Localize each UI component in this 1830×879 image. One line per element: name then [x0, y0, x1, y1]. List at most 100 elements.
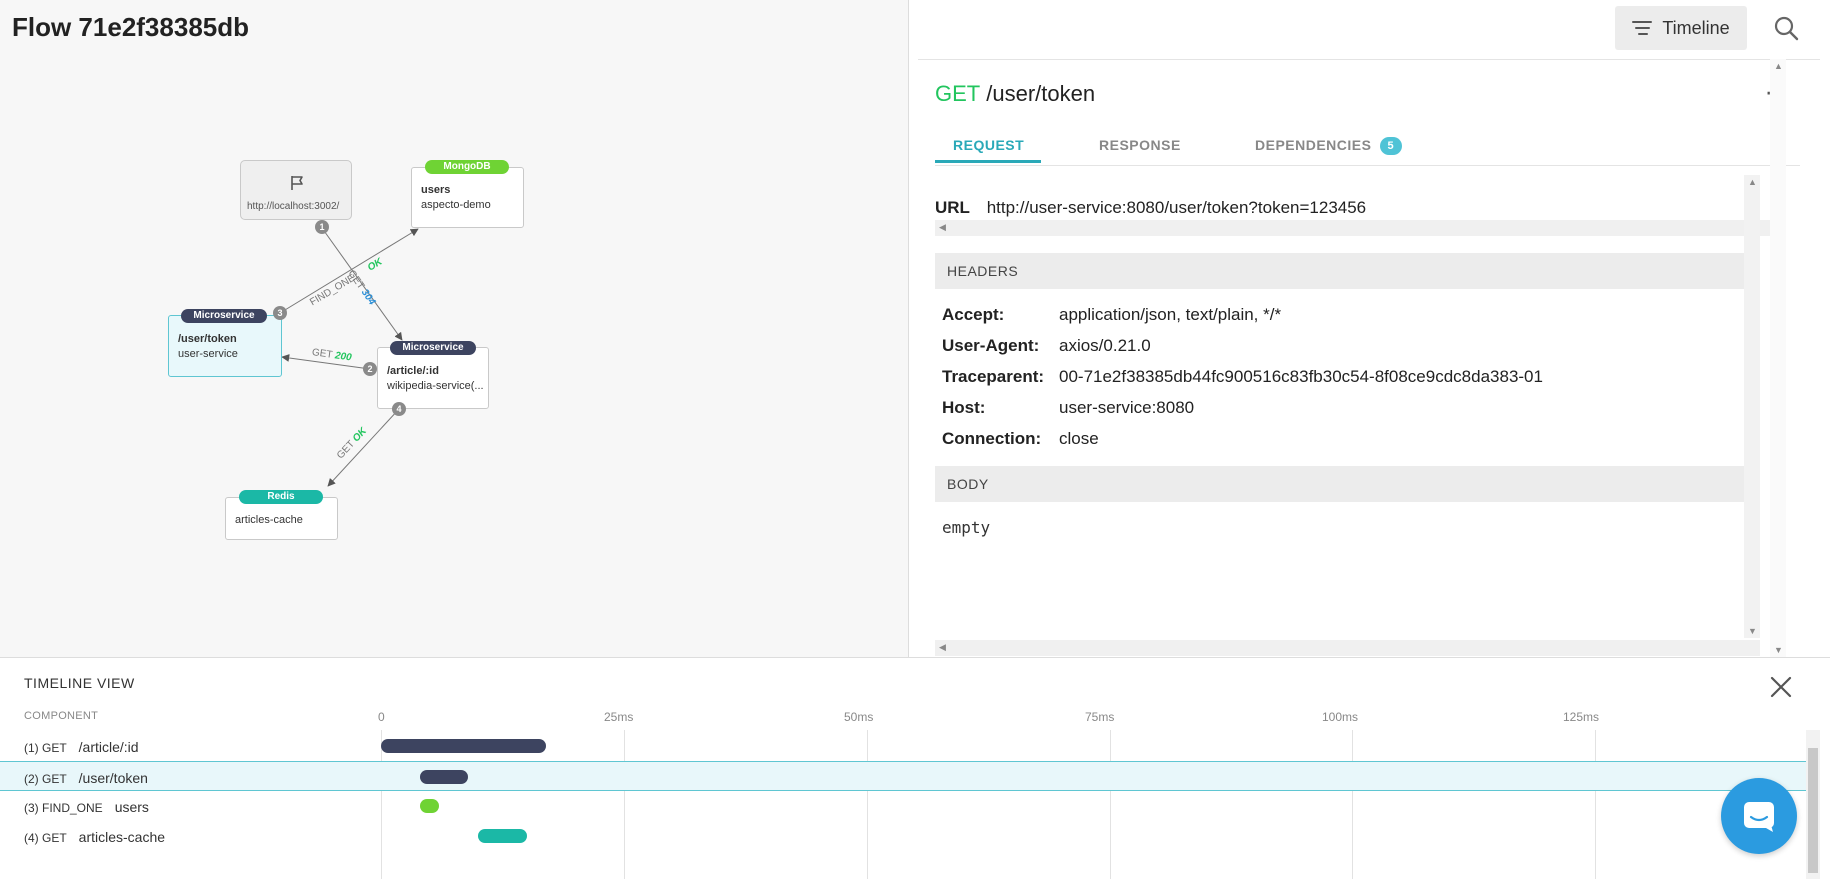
url-horizontal-scrollbar[interactable]: ◀ ▶: [935, 220, 1785, 236]
redis-badge: Redis: [239, 490, 323, 504]
chat-icon: [1744, 802, 1774, 832]
timeline-tick: 125ms: [1563, 710, 1600, 724]
close-icon[interactable]: [1768, 674, 1794, 700]
details-horizontal-scrollbar[interactable]: ◀: [935, 640, 1760, 656]
timeline-row[interactable]: (1) GET/article/:id: [0, 731, 1806, 761]
tab-request[interactable]: REQUEST: [953, 137, 1024, 153]
header-name: Accept:: [942, 305, 1005, 324]
chat-launcher-button[interactable]: [1721, 778, 1797, 854]
timeline-row[interactable]: (4) GET articles-cache: [0, 821, 1806, 851]
user-service-node-route: /user/token: [178, 333, 237, 345]
header-value: close: [1059, 429, 1099, 448]
header-value: application/json, text/plain, */*: [1059, 305, 1282, 324]
scroll-down-icon[interactable]: ▼: [1748, 626, 1757, 636]
timeline-bar[interactable]: [478, 829, 527, 843]
timeline-row-name: articles-cache: [78, 829, 166, 845]
request-path: /user/token: [986, 81, 1096, 106]
flow-graph-edges: [279, 227, 419, 487]
active-tab-indicator: [935, 160, 1041, 163]
mongodb-node[interactable]: users aspecto-demo: [411, 167, 524, 228]
timeline-tick: 50ms: [844, 710, 874, 724]
mongodb-node-database: aspecto-demo: [421, 199, 491, 211]
scroll-left-icon[interactable]: ◀: [939, 222, 946, 233]
scroll-up-icon[interactable]: ▲: [1748, 177, 1757, 187]
body-section-header: BODY: [935, 466, 1745, 502]
timeline-title: TIMELINE VIEW: [24, 675, 135, 691]
user-service-node[interactable]: /user/token user-service: [168, 315, 282, 377]
request-method: GET: [935, 81, 981, 106]
timeline-row-name: users: [114, 799, 149, 815]
timeline-row-op: (3) FIND_ONE: [24, 801, 103, 815]
entry-node-url: http://localhost:3002/: [247, 201, 340, 212]
timeline-bar[interactable]: [381, 739, 547, 753]
timeline-row-name: /article/:id: [78, 739, 139, 755]
tab-dependencies-label: DEPENDENCIES: [1255, 137, 1372, 153]
timeline-icon: [1632, 21, 1653, 35]
timeline-row-label: (2) GET/user/token: [24, 770, 148, 786]
header-name: Connection:: [942, 429, 1042, 448]
wikipedia-service-node-name: wikipedia-service(...: [387, 380, 484, 392]
url-value: http://user-service:8080/user/token?toke…: [986, 198, 1367, 217]
timeline-bar[interactable]: [419, 799, 440, 813]
url-label: URL: [935, 198, 970, 217]
header-value: 00-71e2f38385db44fc900516c83fb30c54-8f08…: [1059, 367, 1543, 386]
timeline-row[interactable]: (3) FIND_ONE users: [0, 791, 1806, 821]
mongodb-badge: MongoDB: [425, 160, 509, 174]
mongodb-node-collection: users: [421, 184, 451, 196]
edge-1-number: 1: [315, 220, 329, 234]
timeline-row-op: (4) GET: [24, 831, 67, 845]
timeline-row-op: (1) GET: [24, 741, 67, 755]
timeline-scrollbar-thumb[interactable]: [1808, 748, 1818, 873]
request-body-value: empty: [942, 518, 991, 537]
header-name: User-Agent:: [942, 336, 1040, 355]
panel-vertical-scrollbar[interactable]: ▲ ▼: [1770, 59, 1786, 657]
edge-2-number: 2: [363, 362, 377, 376]
timeline-row-label: (4) GET articles-cache: [24, 829, 165, 845]
timeline-tick: 100ms: [1322, 710, 1359, 724]
timeline-row-label: (3) FIND_ONE users: [24, 799, 149, 815]
edge-3-number: 3: [273, 306, 287, 320]
timeline-panel: TIMELINE VIEW COMPONENT 0 25ms 50ms 75ms…: [0, 657, 1830, 879]
timeline-row-name: /user/token: [78, 770, 148, 786]
wikipedia-service-node[interactable]: /article/:id wikipedia-service(...: [377, 347, 489, 409]
toolbar-divider: [918, 59, 1820, 60]
search-icon[interactable]: [1772, 14, 1800, 42]
redis-node-name: articles-cache: [235, 514, 303, 526]
dependencies-count-badge: 5: [1379, 137, 1402, 155]
user-service-badge: Microservice: [181, 309, 267, 323]
scroll-up-icon[interactable]: ▲: [1774, 61, 1783, 71]
scroll-left-icon[interactable]: ◀: [939, 642, 946, 653]
tab-dependencies[interactable]: DEPENDENCIES 5: [1255, 137, 1402, 155]
header-value: axios/0.21.0: [1059, 336, 1151, 355]
timeline-tick: 75ms: [1085, 710, 1115, 724]
url-row: URL http://user-service:8080/user/token?…: [935, 198, 1366, 218]
timeline-button[interactable]: Timeline: [1615, 6, 1747, 50]
header-value: user-service:8080: [1059, 398, 1195, 417]
timeline-row-label: (1) GET/article/:id: [24, 739, 139, 755]
flag-icon: [291, 176, 303, 190]
wikipedia-service-badge: Microservice: [390, 341, 476, 355]
request-details-panel: Timeline GET/user/token ⋯ REQUEST RESPON…: [910, 0, 1830, 657]
edge-4-line: [327, 408, 400, 487]
headers-section-header: HEADERS: [935, 253, 1745, 289]
details-vertical-scrollbar[interactable]: ▲ ▼: [1744, 175, 1760, 638]
component-column-header: COMPONENT: [24, 710, 99, 722]
entry-node[interactable]: http://localhost:3002/: [240, 160, 352, 220]
timeline-tick: 0: [378, 710, 385, 724]
flow-graph-panel[interactable]: Flow 71e2f38385db http://localhost:3002/: [0, 0, 909, 657]
scroll-down-icon[interactable]: ▼: [1774, 645, 1783, 655]
tabs-divider: [935, 165, 1800, 166]
header-name: Host:: [942, 398, 986, 417]
timeline-row-op: (2) GET: [24, 772, 67, 786]
edge-4-number: 4: [392, 402, 406, 416]
timeline-button-label: Timeline: [1662, 17, 1730, 38]
timeline-bar[interactable]: [419, 770, 469, 784]
header-name: Traceparent:: [942, 367, 1045, 386]
edge-2-status: 200: [334, 350, 353, 364]
request-title: GET/user/token: [935, 81, 1095, 107]
timeline-tick: 25ms: [604, 710, 634, 724]
tab-response[interactable]: RESPONSE: [1099, 137, 1181, 153]
timeline-row[interactable]: (2) GET/user/token: [0, 761, 1806, 791]
user-service-node-name: user-service: [178, 348, 238, 360]
wikipedia-service-node-route: /article/:id: [387, 365, 439, 377]
